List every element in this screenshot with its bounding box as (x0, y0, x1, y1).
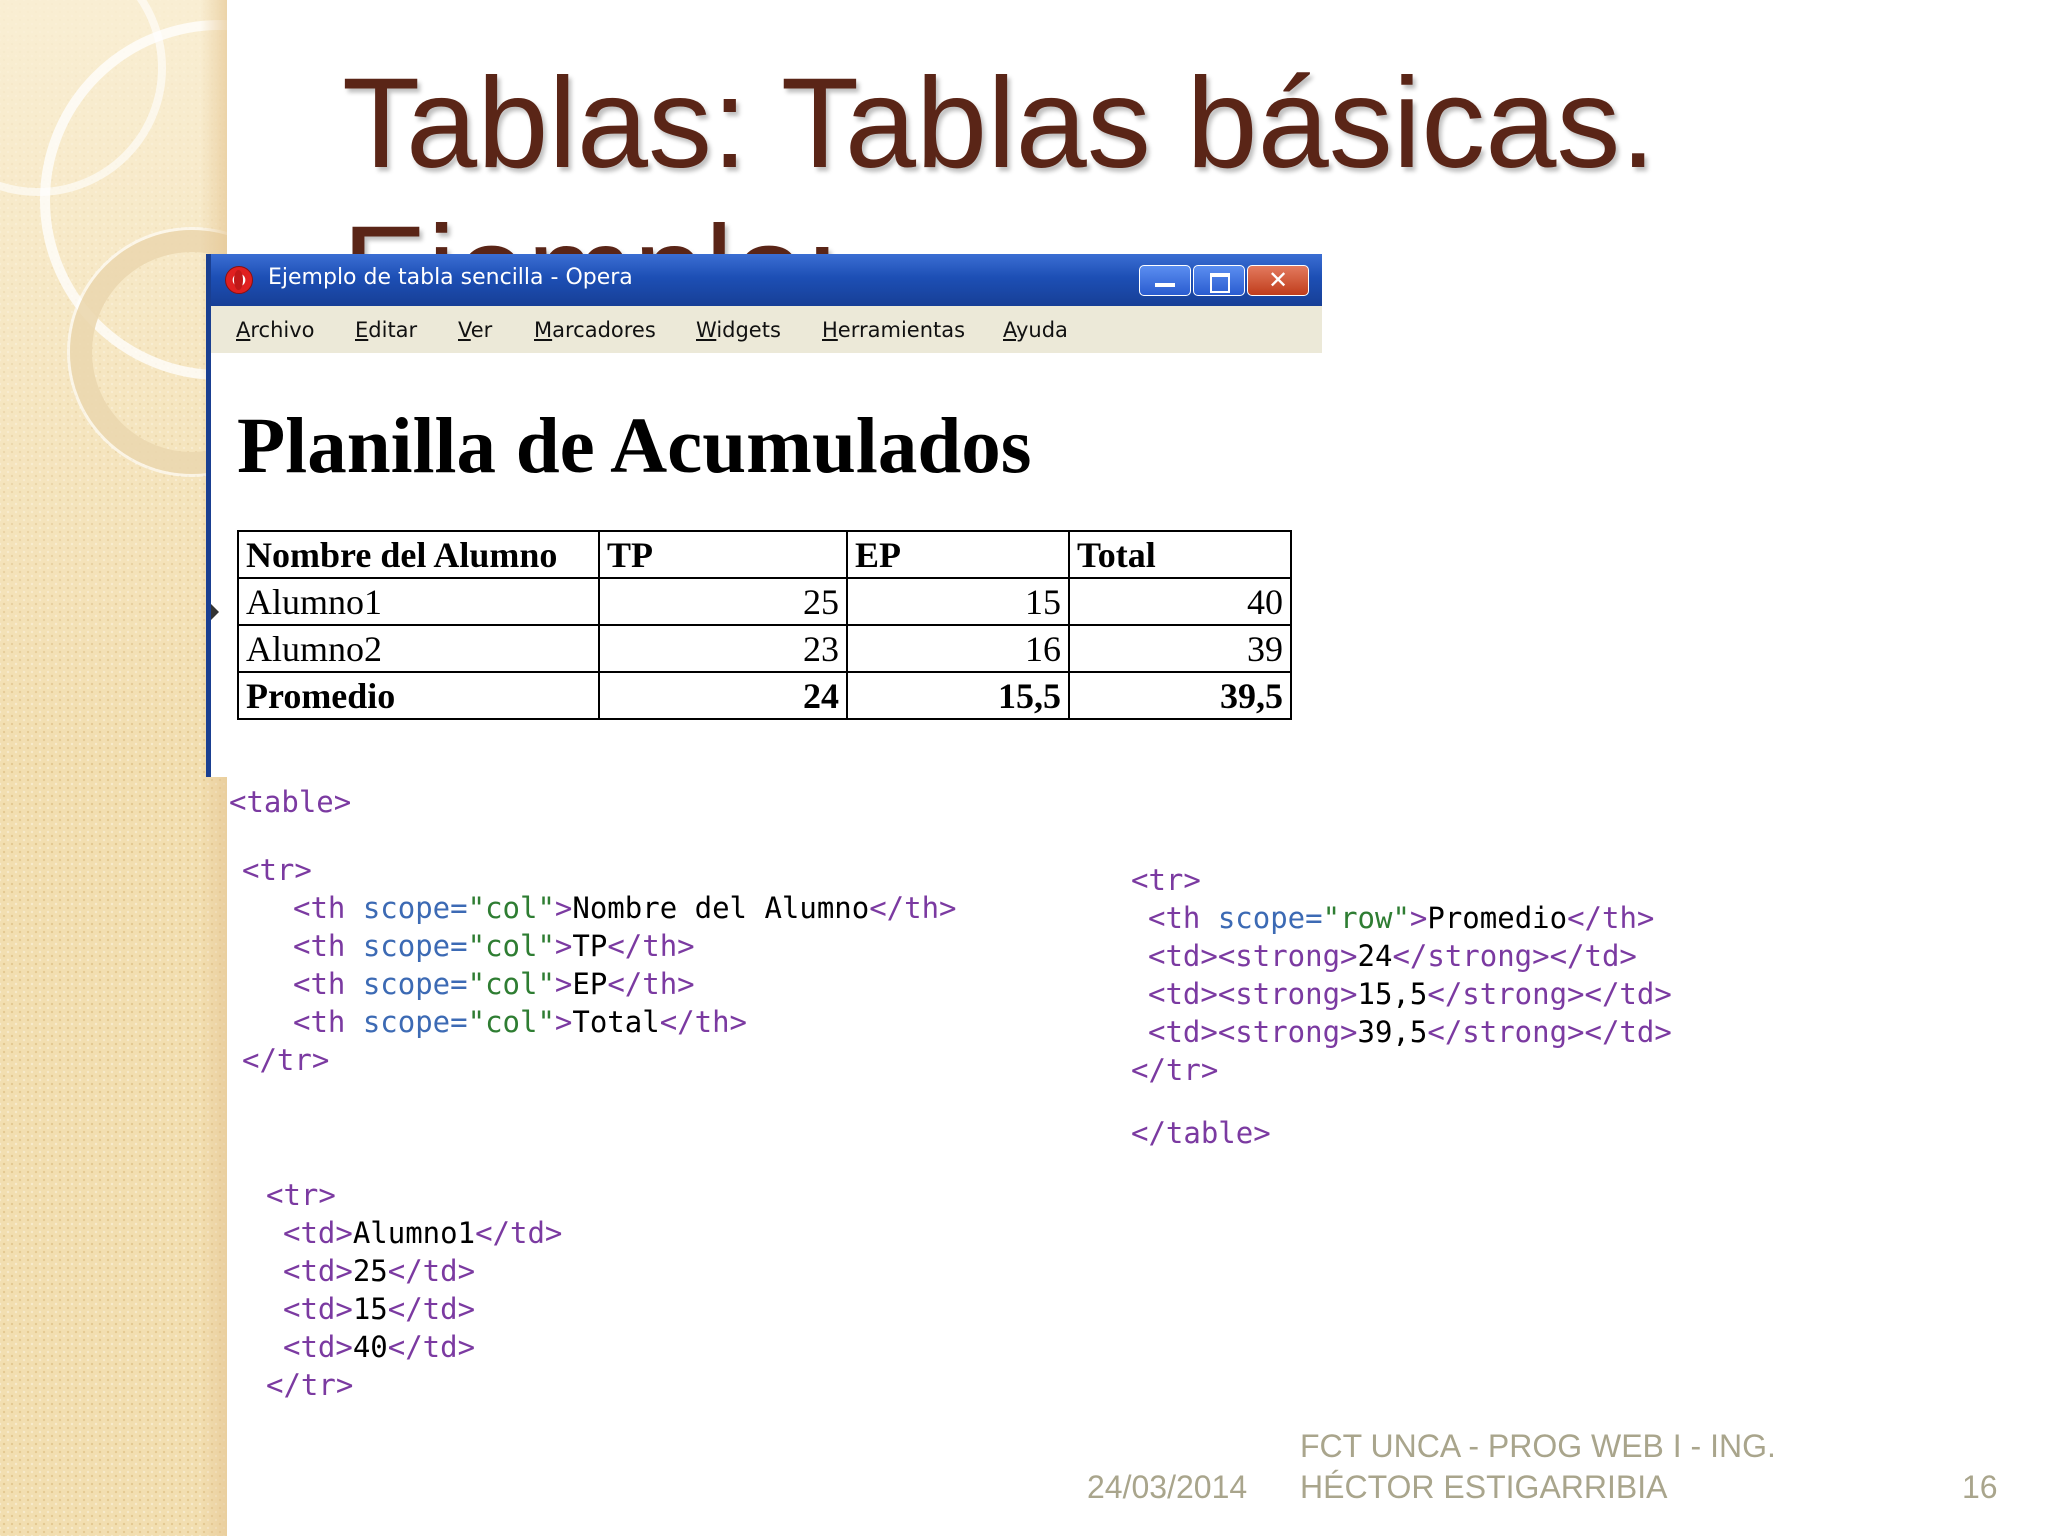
table-summary-row: Promedio 24 15,5 39,5 (237, 671, 1292, 720)
table-cell: Alumno1 (237, 577, 600, 626)
code-data-row-open: <tr> (266, 1178, 336, 1212)
window-title: Ejemplo de tabla sencilla - Opera (268, 265, 633, 290)
table-header-row: Nombre del Alumno TP EP Total (237, 530, 1292, 579)
table-cell: 16 (846, 624, 1070, 673)
menu-item-widgets[interactable]: Widgets (696, 317, 781, 343)
code-line: <td>40</td> (283, 1330, 476, 1364)
code-line: <th scope="col">Total</th> (293, 1005, 748, 1039)
close-button[interactable]: ✕ (1247, 265, 1309, 296)
text-cursor-icon (211, 604, 219, 620)
code-line: <td><strong>15,5</strong></td> (1148, 977, 1672, 1011)
code-summary-row-open: <tr> (1131, 863, 1201, 897)
table-row: Alumno1 25 15 40 (237, 577, 1292, 626)
table-cell: 15 (846, 577, 1070, 626)
menu-item-archivo[interactable]: Archivo (236, 317, 315, 343)
browser-window: Ejemplo de tabla sencilla - Opera ✕ Arch… (206, 254, 1322, 777)
code-line: <th scope="col">TP</th> (293, 929, 695, 963)
grades-table: Nombre del Alumno TP EP Total Alumno1 25… (237, 530, 1292, 720)
code-line: <th scope="row">Promedio</th> (1148, 901, 1655, 935)
menu-item-ver[interactable]: Ver (458, 317, 492, 343)
table-row: Alumno2 23 16 39 (237, 624, 1292, 673)
code-summary-row-close: </tr> (1131, 1053, 1219, 1087)
code-line: <th scope="col">Nombre del Alumno</th> (293, 891, 957, 925)
page-heading: Planilla de Acumulados (237, 403, 1032, 490)
code-line: <td>Alumno1</td> (283, 1216, 563, 1250)
footer-date: 24/03/2014 (1087, 1469, 1248, 1505)
minimize-icon (1155, 283, 1175, 287)
maximize-icon (1210, 273, 1230, 293)
code-line: <th scope="col">EP</th> (293, 967, 695, 1001)
table-cell: 15,5 (846, 671, 1070, 720)
column-header: Total (1068, 530, 1292, 579)
menu-item-ayuda[interactable]: Ayuda (1003, 317, 1068, 343)
code-header-row-close: </tr> (242, 1043, 330, 1077)
code-data-cells: <td>Alumno1</td> <td>25</td> <td>15</td> <t… (283, 1214, 562, 1366)
maximize-button[interactable] (1193, 265, 1245, 296)
code-line: <td><strong>39,5</strong></td> (1148, 1015, 1672, 1049)
table-cell: 23 (598, 624, 848, 673)
table-cell: 24 (598, 671, 848, 720)
page-number: 16 (1962, 1469, 1998, 1505)
menu-item-editar[interactable]: Editar (355, 317, 417, 343)
table-cell: 39 (1068, 624, 1292, 673)
code-data-row-close: </tr> (266, 1368, 354, 1402)
table-cell: 39,5 (1068, 671, 1292, 720)
column-header: EP (846, 530, 1070, 579)
table-cell: Promedio (237, 671, 600, 720)
code-header-row: <tr> (242, 853, 312, 887)
menu-item-herramientas[interactable]: Herramientas (822, 317, 965, 343)
code-table-open: <table> (229, 785, 352, 819)
code-line: <td>25</td> (283, 1254, 476, 1288)
window-titlebar[interactable]: Ejemplo de tabla sencilla - Opera ✕ (211, 254, 1322, 306)
table-cell: 40 (1068, 577, 1292, 626)
minimize-button[interactable] (1139, 265, 1191, 296)
code-header-cells: <th scope="col">Nombre del Alumno</th> <t… (293, 889, 957, 1041)
menu-item-marcadores[interactable]: Marcadores (534, 317, 656, 343)
code-line: <td>15</td> (283, 1292, 476, 1326)
close-icon: ✕ (1267, 266, 1289, 294)
footer-credit: FCT UNCA - PROG WEB I - ING. HÉCTOR ESTI… (1300, 1428, 1776, 1505)
decorative-side-strip (0, 0, 227, 1536)
table-cell: Alumno2 (237, 624, 600, 673)
code-summary-cells: <th scope="row">Promedio</th> <td><strong… (1148, 899, 1672, 1051)
code-line: <td><strong>24</strong></td> (1148, 939, 1637, 973)
column-header: TP (598, 530, 848, 579)
code-table-close: </table> (1131, 1116, 1271, 1150)
column-header: Nombre del Alumno (237, 530, 600, 579)
menu-bar: Archivo Editar Ver Marcadores Widgets He… (211, 306, 1322, 353)
opera-icon (225, 266, 253, 294)
table-cell: 25 (598, 577, 848, 626)
